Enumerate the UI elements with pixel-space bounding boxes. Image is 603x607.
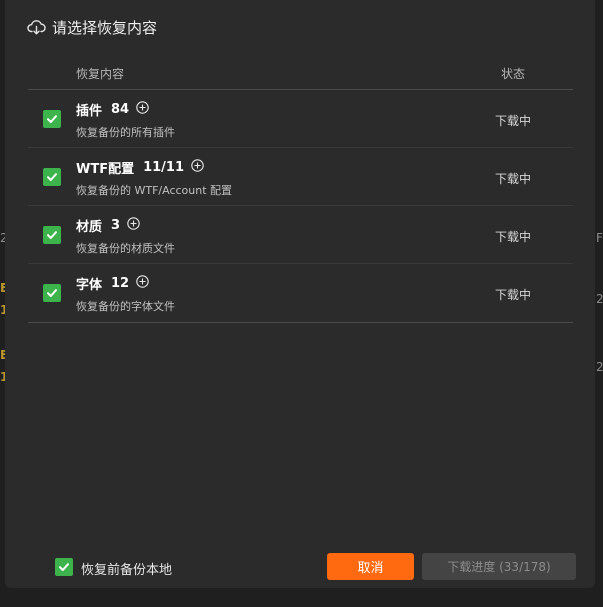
row-count: 12 bbox=[111, 276, 130, 291]
check-icon bbox=[47, 173, 57, 181]
row-description: 恢复备份的材质文件 bbox=[76, 242, 175, 255]
table-header: 恢复内容 状态 bbox=[28, 58, 573, 90]
plus-circle-icon[interactable] bbox=[127, 217, 140, 234]
row-description: 恢复备份的 WTF/Account 配置 bbox=[76, 184, 233, 197]
backup-local-checkbox[interactable] bbox=[55, 558, 73, 576]
row-count: 84 bbox=[111, 102, 130, 117]
table-row: 字体 12 恢复备份的字体文件 下载中 bbox=[28, 264, 573, 323]
row-name: WTF配置 bbox=[76, 162, 135, 177]
dialog-footer: 恢复前备份本地 取消 下载进度 (33/178) bbox=[5, 550, 595, 584]
row-name: 插件 bbox=[76, 104, 103, 119]
row-checkbox[interactable] bbox=[43, 168, 61, 186]
cloud-download-icon bbox=[27, 19, 46, 35]
row-status: 下载中 bbox=[494, 288, 531, 302]
row-title: 插件 84 bbox=[76, 100, 149, 119]
check-icon bbox=[47, 231, 57, 239]
row-status: 下载中 bbox=[494, 230, 531, 244]
column-header-content: 恢复内容 bbox=[76, 67, 125, 81]
dialog-header: 请选择恢复内容 bbox=[27, 17, 157, 37]
row-title: WTF配置 11/11 bbox=[76, 158, 204, 177]
check-icon bbox=[47, 115, 57, 123]
row-checkbox[interactable] bbox=[43, 110, 61, 128]
restore-content-table: 恢复内容 状态 插件 84 恢复备份的所有插件 下载中 WTF配置 11/11 … bbox=[28, 58, 573, 323]
row-title: 字体 12 bbox=[76, 274, 149, 293]
row-description: 恢复备份的所有插件 bbox=[76, 126, 175, 139]
row-name: 字体 bbox=[76, 278, 103, 293]
cancel-button[interactable]: 取消 bbox=[327, 553, 414, 580]
backup-local-label[interactable]: 恢复前备份本地 bbox=[81, 559, 172, 578]
dialog-title: 请选择恢复内容 bbox=[52, 18, 158, 37]
check-icon bbox=[59, 563, 69, 571]
table-row: 插件 84 恢复备份的所有插件 下载中 bbox=[28, 90, 573, 148]
plus-circle-icon[interactable] bbox=[136, 101, 149, 118]
row-description: 恢复备份的字体文件 bbox=[76, 300, 175, 313]
check-icon bbox=[47, 289, 57, 297]
row-count: 11/11 bbox=[143, 160, 185, 175]
plus-circle-icon[interactable] bbox=[136, 275, 149, 292]
row-status: 下载中 bbox=[494, 114, 531, 128]
row-checkbox[interactable] bbox=[43, 226, 61, 244]
column-header-status: 状态 bbox=[500, 67, 525, 81]
restore-dialog: 请选择恢复内容 恢复内容 状态 插件 84 恢复备份的所有插件 下载中 WTF配… bbox=[5, 0, 595, 588]
backdrop-fragment: 2 bbox=[596, 360, 603, 374]
backdrop-fragment: F bbox=[596, 231, 603, 245]
backdrop-fragment: 2 bbox=[596, 292, 603, 306]
table-row: 材质 3 恢复备份的材质文件 下载中 bbox=[28, 206, 573, 264]
row-checkbox[interactable] bbox=[43, 284, 61, 302]
row-name: 材质 bbox=[76, 220, 103, 235]
table-row: WTF配置 11/11 恢复备份的 WTF/Account 配置 下载中 bbox=[28, 148, 573, 206]
plus-circle-icon[interactable] bbox=[191, 159, 204, 176]
row-count: 3 bbox=[111, 218, 121, 233]
row-status: 下载中 bbox=[494, 172, 531, 186]
download-progress-button[interactable]: 下载进度 (33/178) bbox=[422, 553, 576, 580]
row-title: 材质 3 bbox=[76, 216, 140, 235]
